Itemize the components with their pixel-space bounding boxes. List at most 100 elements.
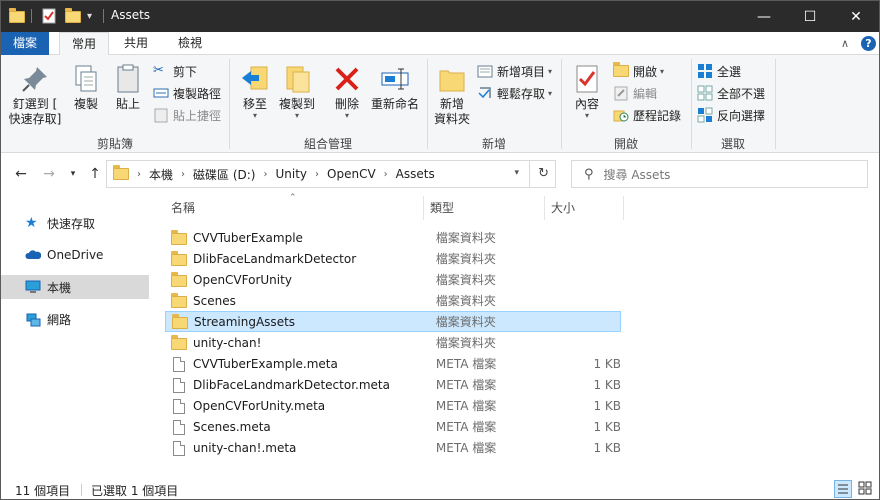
breadcrumb-this-pc[interactable]: 本機 bbox=[149, 166, 173, 183]
pin-icon bbox=[19, 63, 51, 95]
file-type: META 檔案 bbox=[435, 357, 497, 371]
tab-home[interactable]: 常用 bbox=[59, 32, 109, 56]
new-folder-button[interactable]: 新增 資料夾 bbox=[431, 59, 473, 127]
rename-button[interactable]: 重新命名 bbox=[367, 59, 423, 112]
clipboard-group-label: 剪貼簿 bbox=[96, 137, 133, 151]
select-all-icon bbox=[697, 63, 713, 79]
details-view-icon[interactable] bbox=[834, 480, 852, 498]
file-type: 檔案資料夾 bbox=[435, 273, 496, 287]
file-name: DlibFaceLandmarkDetector.meta bbox=[193, 377, 390, 392]
tab-share[interactable]: 共用 bbox=[113, 32, 159, 55]
quick-access-properties-icon[interactable] bbox=[41, 7, 57, 25]
file-name: DlibFaceLandmarkDetector bbox=[193, 251, 357, 266]
address-bar[interactable]: › 本機 › 磁碟區 (D:) › Unity › OpenCV › Asset… bbox=[106, 160, 556, 188]
file-row[interactable]: DlibFaceLandmarkDetector 檔案資料夾 bbox=[165, 248, 621, 269]
breadcrumb-drive-d[interactable]: 磁碟區 (D:) bbox=[193, 166, 255, 183]
move-to-icon bbox=[239, 63, 271, 95]
chevron-right-icon[interactable]: › bbox=[137, 169, 141, 180]
tab-file[interactable]: 檔案 bbox=[1, 32, 49, 55]
open-folder-icon bbox=[613, 62, 629, 79]
cloud-icon bbox=[25, 247, 42, 263]
paste-icon bbox=[112, 63, 144, 95]
chevron-right-icon[interactable]: › bbox=[315, 169, 319, 180]
file-row[interactable]: DlibFaceLandmarkDetector.meta META 檔案 1 KB bbox=[165, 374, 621, 395]
file-row[interactable]: CVVTuberExample 檔案資料夾 bbox=[165, 227, 621, 248]
cut-button[interactable]: ✂ 剪下 bbox=[153, 61, 197, 81]
folder-icon bbox=[113, 165, 129, 182]
file-row[interactable]: OpenCVForUnity 檔案資料夾 bbox=[165, 269, 621, 290]
back-arrow-icon[interactable]: ← bbox=[11, 164, 31, 184]
forward-arrow-icon[interactable]: → bbox=[39, 164, 59, 184]
copy-path-button[interactable]: 複製路徑 bbox=[153, 83, 221, 103]
paste-shortcut-button[interactable]: 貼上捷徑 bbox=[153, 105, 221, 125]
nav-item-this-pc[interactable]: 本機 bbox=[1, 275, 149, 299]
column-header-type[interactable]: 類型 bbox=[424, 196, 544, 220]
quick-access-customize-icon[interactable]: ▾ bbox=[87, 7, 92, 25]
open-button[interactable]: 開啟 ▾ bbox=[613, 61, 664, 81]
file-row[interactable]: Scenes.meta META 檔案 1 KB bbox=[165, 416, 621, 437]
file-name: CVVTuberExample.meta bbox=[193, 356, 338, 371]
file-size: 1 KB bbox=[593, 356, 621, 371]
nav-item-onedrive[interactable]: OneDrive bbox=[1, 243, 149, 267]
folder-icon bbox=[172, 313, 188, 329]
file-type: META 檔案 bbox=[435, 441, 497, 455]
chevron-right-icon[interactable]: › bbox=[263, 169, 267, 180]
column-divider[interactable] bbox=[623, 196, 624, 220]
history-icon bbox=[613, 107, 629, 123]
file-name: Scenes bbox=[193, 293, 236, 308]
chevron-right-icon[interactable]: › bbox=[384, 169, 388, 180]
breadcrumb-assets[interactable]: Assets bbox=[396, 167, 435, 181]
chevron-up-icon[interactable]: ∧ bbox=[841, 37, 849, 50]
large-icons-view-icon[interactable] bbox=[857, 480, 875, 498]
easy-access-button[interactable]: 輕鬆存取 ▾ bbox=[477, 83, 552, 103]
file-row[interactable]: Scenes 檔案資料夾 bbox=[165, 290, 621, 311]
breadcrumb-unity[interactable]: Unity bbox=[275, 167, 307, 181]
quick-access-folder-icon[interactable] bbox=[9, 7, 25, 25]
file-icon bbox=[171, 377, 187, 393]
breadcrumb-opencv[interactable]: OpenCV bbox=[327, 167, 376, 181]
quick-access-new-folder-icon[interactable] bbox=[65, 7, 81, 25]
file-row[interactable]: OpenCVForUnity.meta META 檔案 1 KB bbox=[165, 395, 621, 416]
status-bar: 11 個項目 已選取 1 個項目 bbox=[1, 479, 879, 499]
move-to-button[interactable]: 移至 ▾ bbox=[235, 59, 275, 120]
close-button[interactable]: ✕ bbox=[833, 1, 879, 32]
address-history-chevron-icon[interactable]: ▾ bbox=[514, 168, 519, 178]
chevron-down-icon: ▾ bbox=[344, 111, 349, 120]
file-row[interactable]: unity-chan!.meta META 檔案 1 KB bbox=[165, 437, 621, 458]
select-none-button[interactable]: 全部不選 bbox=[697, 83, 765, 103]
file-name: unity-chan! bbox=[193, 335, 262, 350]
column-header-size[interactable]: 大小 bbox=[545, 196, 623, 220]
open-group-label: 開啟 bbox=[613, 137, 638, 151]
properties-icon bbox=[571, 63, 603, 95]
new-item-button[interactable]: 新增項目 ▾ bbox=[477, 61, 552, 81]
invert-selection-button[interactable]: 反向選擇 bbox=[697, 105, 765, 125]
up-arrow-icon[interactable]: ↑ bbox=[85, 164, 105, 184]
recent-locations-chevron-icon[interactable]: ▾ bbox=[63, 164, 83, 184]
pin-quick-access-button[interactable]: 釘選到 [ 快速存取] bbox=[5, 59, 65, 127]
file-row[interactable]: CVVTuberExample.meta META 檔案 1 KB bbox=[165, 353, 621, 374]
folder-icon bbox=[171, 271, 187, 287]
nav-item-network[interactable]: 網路 bbox=[1, 307, 149, 331]
file-type: META 檔案 bbox=[435, 399, 497, 413]
minimize-button[interactable]: — bbox=[741, 1, 787, 32]
file-row[interactable]: unity-chan! 檔案資料夾 bbox=[165, 332, 621, 353]
properties-button[interactable]: 內容 ▾ bbox=[567, 59, 607, 120]
file-icon bbox=[171, 398, 187, 414]
copy-path-icon bbox=[153, 85, 169, 101]
refresh-icon[interactable]: ↻ bbox=[538, 166, 549, 181]
help-icon[interactable]: ? bbox=[861, 36, 876, 51]
search-input[interactable]: ⚲ 搜尋 Assets bbox=[571, 160, 868, 188]
file-row[interactable]: StreamingAssets 檔案資料夾 bbox=[165, 311, 621, 332]
maximize-button[interactable]: ☐ bbox=[787, 1, 833, 32]
chevron-right-icon[interactable]: › bbox=[181, 169, 185, 180]
delete-button[interactable]: 刪除 ▾ bbox=[327, 59, 367, 120]
history-button[interactable]: 歷程記錄 bbox=[613, 105, 681, 125]
tab-view[interactable]: 檢視 bbox=[165, 32, 215, 55]
select-all-button[interactable]: 全選 bbox=[697, 61, 741, 81]
copy-button[interactable]: 複製 bbox=[67, 59, 105, 112]
copy-to-button[interactable]: 複製到 ▾ bbox=[275, 59, 319, 120]
column-header-name[interactable]: 名稱 bbox=[165, 196, 423, 220]
edit-button[interactable]: 編輯 bbox=[613, 83, 657, 103]
nav-item-quick-access[interactable]: ★ 快速存取 bbox=[1, 211, 149, 235]
paste-button[interactable]: 貼上 bbox=[109, 59, 147, 112]
